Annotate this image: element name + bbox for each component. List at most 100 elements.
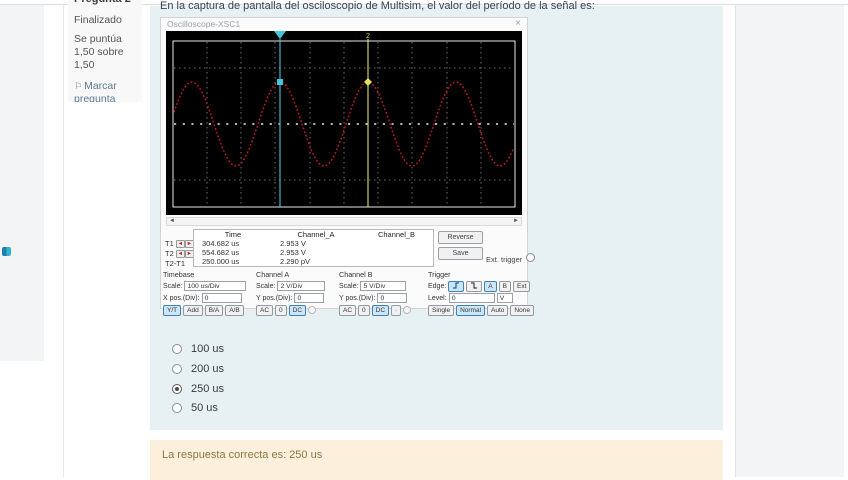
save-button[interactable]: Save xyxy=(438,247,483,260)
add-mode-button[interactable]: Add xyxy=(183,304,203,316)
trigger-title: Trigger xyxy=(428,270,451,279)
option-label[interactable]: 50 us xyxy=(191,402,218,414)
option-label[interactable]: 250 us xyxy=(191,383,224,395)
correct-answer-text: La respuesta correcta es: 250 us xyxy=(162,449,323,461)
answer-option[interactable]: 50 us xyxy=(172,402,218,414)
cursor-t1-marker xyxy=(277,79,283,85)
yt-mode-button[interactable]: Y/T xyxy=(163,304,182,316)
channel-a-group: Channel A Scale: 2 V/Div Y pos.(Div): 0 … xyxy=(256,270,336,316)
left-rail xyxy=(0,5,44,361)
trigger-source-b-button[interactable]: B xyxy=(498,280,511,292)
display-scrollbar[interactable]: ◄ ► xyxy=(166,217,522,226)
close-icon[interactable]: × xyxy=(515,18,521,30)
radio-button[interactable] xyxy=(172,403,182,413)
flag-question-link[interactable]: ⚐ Marcar pregunta xyxy=(74,80,136,102)
falling-edge-button[interactable] xyxy=(466,280,483,292)
col-header-time: Time xyxy=(224,230,242,239)
reverse-button[interactable]: Reverse xyxy=(438,231,483,244)
t1-channel-b-value xyxy=(360,239,433,248)
channel-b-connector xyxy=(403,306,412,314)
t1-left-arrow-button[interactable]: ◄ xyxy=(175,240,185,249)
trigger-none-button[interactable]: None xyxy=(510,304,534,316)
answer-option[interactable]: 250 us xyxy=(172,383,224,395)
t1-channel-a-value: 2.953 V xyxy=(280,239,306,248)
timebase-group: Timebase Scale: 100 us/Div X pos.(Div): … xyxy=(163,270,253,316)
trigger-group: Trigger Edge: A B Ext Level: 0 V Single … xyxy=(428,270,534,316)
cursor-t2-handle: 2 xyxy=(366,33,370,40)
col-header-channel-a: Channel_A xyxy=(297,230,335,239)
trigger-level-unit-select[interactable]: V xyxy=(496,293,513,303)
option-label[interactable]: 100 us xyxy=(191,343,224,355)
oscilloscope-display: 2 xyxy=(166,31,522,215)
channel-a-title: Channel A xyxy=(256,270,290,279)
right-drawer-panel xyxy=(735,5,844,477)
scope-controls: Timebase Scale: 100 us/Div X pos.(Div): … xyxy=(161,270,534,316)
question-info-box: Pregunta 2 Finalizado Se puntúa 1,50 sob… xyxy=(68,0,142,102)
timebase-xpos-label: X pos.(Div): xyxy=(163,294,200,302)
radio-button[interactable] xyxy=(172,384,182,394)
channel-b-scale-input[interactable]: 5 V/Div xyxy=(360,281,407,291)
t2-left-arrow-button[interactable]: ◄ xyxy=(175,250,185,259)
channel-b-ypos-label: Y pos.(Div): xyxy=(339,294,376,302)
option-label[interactable]: 200 us xyxy=(191,363,224,375)
channel-a-ypos-input[interactable]: 0 xyxy=(294,293,325,303)
channel-a-scale-input[interactable]: 2 V/Div xyxy=(277,281,326,291)
trigger-level-input[interactable]: 0 xyxy=(448,293,495,303)
answer-option[interactable]: 200 us xyxy=(172,363,224,375)
channel-b-ac-button[interactable]: AC xyxy=(339,304,357,316)
timebase-scale-input[interactable]: 100 us/Div xyxy=(184,281,247,291)
channel-b-minus-button[interactable]: - xyxy=(391,304,402,316)
cursor-t2-marker xyxy=(364,78,372,86)
answer-option[interactable]: 100 us xyxy=(172,343,224,355)
scroll-left-icon[interactable]: ◄ xyxy=(169,218,175,224)
col-header-channel-b: Channel_B xyxy=(377,230,416,239)
channel-b-ypos-input[interactable]: 0 xyxy=(377,293,408,303)
scroll-right-icon[interactable]: ► xyxy=(513,218,519,224)
t2-channel-b-value xyxy=(360,248,433,257)
t1-time-value: 304.682 us xyxy=(202,239,240,248)
trigger-level-label: Level: xyxy=(428,294,447,302)
cursor-t1[interactable] xyxy=(274,31,286,207)
channel-b-scale-label: Scale: xyxy=(339,282,359,290)
cursor-t2[interactable]: 2 xyxy=(364,33,372,207)
measurement-panel: T1 ◄ ► T2 ◄ ► T2-T1 Time Channel_A Channel… xyxy=(164,229,535,268)
channel-a-zero-button[interactable]: 0 xyxy=(275,304,287,316)
channel-a-ac-button[interactable]: AC xyxy=(256,304,274,316)
question-grade: Se puntúa 1,50 sobre 1,50 xyxy=(74,33,124,71)
ab-mode-button[interactable]: A/B xyxy=(225,304,244,316)
waveform-plot: 2 xyxy=(172,31,516,208)
trigger-source-ext-button[interactable]: Ext xyxy=(512,280,531,292)
channel-a-dc-button[interactable]: DC xyxy=(288,304,307,316)
t2-time-value: 554.682 us xyxy=(202,248,240,257)
t2-t1-channel-a-value: 2.290 pV xyxy=(280,257,311,266)
t2-t1-time-value: 250.000 us xyxy=(202,257,240,266)
rising-edge-button[interactable] xyxy=(448,280,465,292)
t1-row-label: T1 ◄ ► xyxy=(165,239,194,249)
t2-channel-a-value: 2.953 V xyxy=(280,248,306,257)
timebase-xpos-input[interactable]: 0 xyxy=(201,293,242,303)
radio-button[interactable] xyxy=(172,344,182,354)
question-status: Finalizado xyxy=(74,14,122,26)
channel-a-scale-label: Scale: xyxy=(256,282,276,290)
oscilloscope-title: Oscilloscope-XSC1 xyxy=(167,19,241,29)
t2-t1-row-label: T2-T1 xyxy=(165,259,186,268)
feedback-box: La respuesta correcta es: 250 us xyxy=(150,440,723,480)
t2-row-label: T2 ◄ ► xyxy=(165,249,194,259)
t2-t1-channel-b-value xyxy=(360,257,433,266)
timebase-scale-label: Scale: xyxy=(163,282,183,290)
question-number: Pregunta 2 xyxy=(74,0,136,5)
ext-trigger-connector xyxy=(526,253,535,262)
channel-b-dc-button[interactable]: DC xyxy=(371,304,390,316)
channel-b-title: Channel B xyxy=(339,270,373,279)
trigger-edge-label: Edge: xyxy=(428,282,447,290)
channel-b-group: Channel B Scale: 5 V/Div Y pos.(Div): 0 … xyxy=(339,270,425,316)
trigger-single-button[interactable]: Single xyxy=(428,304,455,316)
trigger-auto-button[interactable]: Auto xyxy=(487,304,509,316)
trigger-source-a-button[interactable]: A xyxy=(484,280,497,292)
channel-b-zero-button[interactable]: 0 xyxy=(358,304,370,316)
link-icon[interactable] xyxy=(2,247,11,256)
channel-a-ypos-label: Y pos.(Div): xyxy=(256,294,293,302)
radio-button[interactable] xyxy=(172,364,182,374)
ba-mode-button[interactable]: B/A xyxy=(204,304,224,316)
trigger-normal-button[interactable]: Normal xyxy=(456,304,486,316)
